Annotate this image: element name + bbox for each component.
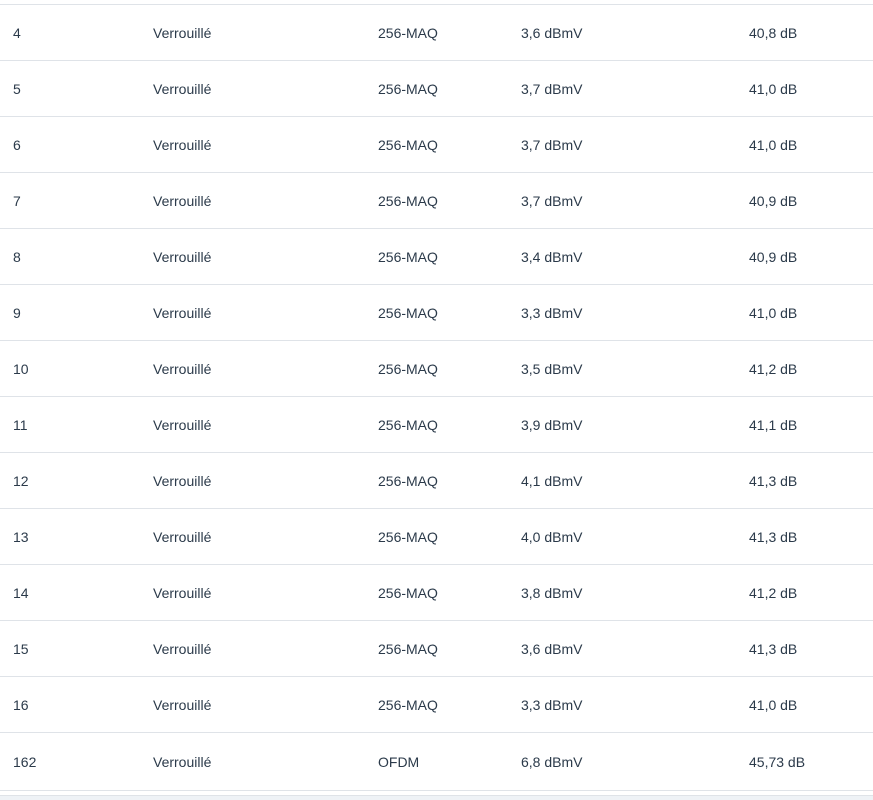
modulation-cell: 256-MAQ — [378, 5, 521, 61]
power-level-cell: 3,7 dBmV — [521, 116, 749, 173]
lock-status-cell: Verrouillé — [153, 676, 378, 733]
table-row: 9 Verrouillé 256-MAQ 3,3 dBmV 41,0 dB — [0, 284, 873, 341]
power-level-cell: 3,6 dBmV — [521, 620, 749, 677]
power-level-cell: 3,5 dBmV — [521, 340, 749, 397]
power-level-cell: 3,3 dBmV — [521, 284, 749, 341]
channel-id-cell: 13 — [0, 508, 153, 565]
table-footer-band — [0, 795, 873, 800]
channel-id-cell: 7 — [0, 172, 153, 229]
table-row: 14 Verrouillé 256-MAQ 3,8 dBmV 41,2 dB — [0, 564, 873, 621]
lock-status-cell: Verrouillé — [153, 564, 378, 621]
snr-cell: 41,0 dB — [749, 676, 873, 733]
channel-id-cell: 162 — [0, 732, 153, 791]
channel-id-cell: 5 — [0, 60, 153, 117]
channel-id-cell: 10 — [0, 340, 153, 397]
channel-id-cell: 9 — [0, 284, 153, 341]
power-level-cell: 3,7 dBmV — [521, 172, 749, 229]
snr-cell: 41,1 dB — [749, 396, 873, 453]
power-level-cell: 4,1 dBmV — [521, 452, 749, 509]
table-row: 12 Verrouillé 256-MAQ 4,1 dBmV 41,3 dB — [0, 452, 873, 509]
channel-id-cell: 8 — [0, 228, 153, 285]
modulation-cell: 256-MAQ — [378, 676, 521, 733]
snr-cell: 45,73 dB — [749, 732, 873, 791]
power-level-cell: 4,0 dBmV — [521, 508, 749, 565]
snr-cell: 41,2 dB — [749, 564, 873, 621]
modulation-cell: 256-MAQ — [378, 228, 521, 285]
modulation-cell: 256-MAQ — [378, 508, 521, 565]
channel-id-cell: 16 — [0, 676, 153, 733]
modulation-cell: 256-MAQ — [378, 172, 521, 229]
snr-cell: 40,8 dB — [749, 5, 873, 61]
lock-status-cell: Verrouillé — [153, 620, 378, 677]
power-level-cell: 3,8 dBmV — [521, 564, 749, 621]
table-row: 15 Verrouillé 256-MAQ 3,6 dBmV 41,3 dB — [0, 620, 873, 677]
lock-status-cell: Verrouillé — [153, 172, 378, 229]
modulation-cell: OFDM — [378, 732, 521, 791]
table-row: 7 Verrouillé 256-MAQ 3,7 dBmV 40,9 dB — [0, 172, 873, 229]
power-level-cell: 3,9 dBmV — [521, 396, 749, 453]
modulation-cell: 256-MAQ — [378, 620, 521, 677]
power-level-cell: 3,7 dBmV — [521, 60, 749, 117]
channel-id-cell: 12 — [0, 452, 153, 509]
snr-cell: 41,3 dB — [749, 508, 873, 565]
channel-id-cell: 4 — [0, 5, 153, 61]
lock-status-cell: Verrouillé — [153, 284, 378, 341]
lock-status-cell: Verrouillé — [153, 5, 378, 61]
table-row: 4 Verrouillé 256-MAQ 3,6 dBmV 40,8 dB — [0, 5, 873, 61]
power-level-cell: 6,8 dBmV — [521, 732, 749, 791]
modulation-cell: 256-MAQ — [378, 396, 521, 453]
modulation-cell: 256-MAQ — [378, 340, 521, 397]
table-row: 162 Verrouillé OFDM 6,8 dBmV 45,73 dB — [0, 732, 873, 791]
snr-cell: 41,0 dB — [749, 60, 873, 117]
lock-status-cell: Verrouillé — [153, 340, 378, 397]
snr-cell: 41,0 dB — [749, 284, 873, 341]
snr-cell: 40,9 dB — [749, 228, 873, 285]
table-row: 8 Verrouillé 256-MAQ 3,4 dBmV 40,9 dB — [0, 228, 873, 285]
table-row: 5 Verrouillé 256-MAQ 3,7 dBmV 41,0 dB — [0, 60, 873, 117]
table-row: 13 Verrouillé 256-MAQ 4,0 dBmV 41,3 dB — [0, 508, 873, 565]
lock-status-cell: Verrouillé — [153, 116, 378, 173]
modulation-cell: 256-MAQ — [378, 116, 521, 173]
downstream-channel-table: 4 Verrouillé 256-MAQ 3,6 dBmV 40,8 dB 5 … — [0, 5, 873, 791]
channel-id-cell: 11 — [0, 396, 153, 453]
snr-cell: 41,0 dB — [749, 116, 873, 173]
channel-id-cell: 15 — [0, 620, 153, 677]
table-row: 11 Verrouillé 256-MAQ 3,9 dBmV 41,1 dB — [0, 396, 873, 453]
modulation-cell: 256-MAQ — [378, 60, 521, 117]
channel-id-cell: 6 — [0, 116, 153, 173]
table-row: 10 Verrouillé 256-MAQ 3,5 dBmV 41,2 dB — [0, 340, 873, 397]
power-level-cell: 3,4 dBmV — [521, 228, 749, 285]
lock-status-cell: Verrouillé — [153, 732, 378, 791]
power-level-cell: 3,3 dBmV — [521, 676, 749, 733]
snr-cell: 41,3 dB — [749, 452, 873, 509]
lock-status-cell: Verrouillé — [153, 60, 378, 117]
snr-cell: 40,9 dB — [749, 172, 873, 229]
lock-status-cell: Verrouillé — [153, 508, 378, 565]
table-row: 16 Verrouillé 256-MAQ 3,3 dBmV 41,0 dB — [0, 676, 873, 733]
snr-cell: 41,2 dB — [749, 340, 873, 397]
snr-cell: 41,3 dB — [749, 620, 873, 677]
table-row: 6 Verrouillé 256-MAQ 3,7 dBmV 41,0 dB — [0, 116, 873, 173]
channel-id-cell: 14 — [0, 564, 153, 621]
lock-status-cell: Verrouillé — [153, 396, 378, 453]
modulation-cell: 256-MAQ — [378, 284, 521, 341]
lock-status-cell: Verrouillé — [153, 452, 378, 509]
modulation-cell: 256-MAQ — [378, 564, 521, 621]
lock-status-cell: Verrouillé — [153, 228, 378, 285]
modulation-cell: 256-MAQ — [378, 452, 521, 509]
power-level-cell: 3,6 dBmV — [521, 5, 749, 61]
